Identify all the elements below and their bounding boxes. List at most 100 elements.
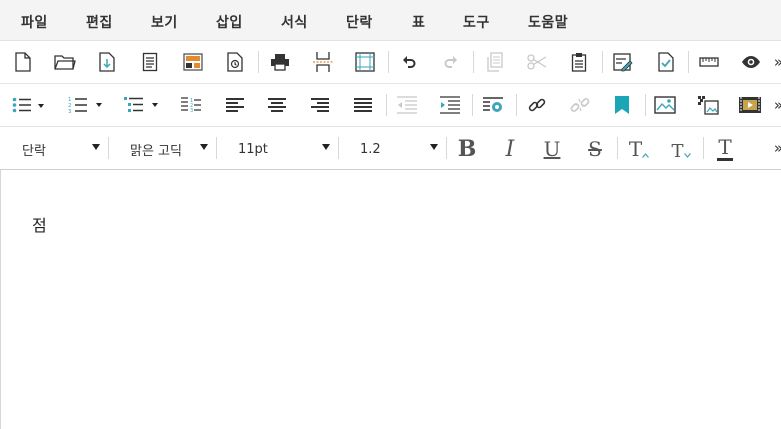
- check-document-button[interactable]: [651, 49, 681, 75]
- ruler-button[interactable]: [694, 49, 724, 75]
- bullet-list-button[interactable]: [8, 92, 50, 118]
- caret-up-icon: [642, 152, 650, 158]
- strikethrough-button[interactable]: S: [584, 135, 606, 163]
- ruler-icon: [699, 57, 719, 67]
- undo-button[interactable]: [394, 49, 424, 75]
- eye-icon: [742, 56, 760, 68]
- new-document-button[interactable]: [8, 49, 38, 75]
- toolbar-separator: [258, 51, 259, 73]
- subscript-label: T: [671, 140, 684, 162]
- multilevel-list-icon: [124, 97, 158, 112]
- toolbar-separator: [338, 137, 339, 159]
- line-height-value: 1.2: [360, 141, 381, 157]
- decrease-indent-icon: [397, 96, 417, 114]
- toolbar-separator: [473, 51, 474, 73]
- paragraph-style-select[interactable]: 단락: [22, 137, 100, 161]
- line-numbering-button[interactable]: 123: [176, 92, 206, 118]
- toolbar-separator: [703, 137, 704, 159]
- print-button[interactable]: [265, 49, 295, 75]
- page-break-icon: [313, 52, 333, 72]
- toolbar-separator: [108, 137, 109, 159]
- insert-image-button[interactable]: [650, 92, 680, 118]
- page-border-icon: [355, 52, 375, 72]
- cut-button[interactable]: [522, 49, 552, 75]
- toolbar-separator: [602, 51, 603, 73]
- toolbar-more-button[interactable]: »: [774, 53, 781, 71]
- bookmark-icon: [615, 96, 629, 114]
- decrease-indent-button[interactable]: [392, 92, 422, 118]
- toolbar-separator: [386, 94, 387, 116]
- menu-insert[interactable]: 삽입: [216, 12, 243, 32]
- menu-format[interactable]: 서식: [281, 12, 308, 32]
- subscript-button[interactable]: T: [668, 135, 694, 163]
- copy-button[interactable]: [480, 49, 510, 75]
- text-color-button[interactable]: T: [712, 135, 738, 163]
- align-center-button[interactable]: [262, 92, 292, 118]
- document-editor[interactable]: 점: [1, 170, 781, 429]
- font-size-select[interactable]: 11pt: [238, 137, 330, 161]
- paste-button[interactable]: [564, 49, 594, 75]
- chevron-down-icon: [430, 144, 438, 150]
- text-color-swatch: [717, 158, 733, 161]
- clipboard-icon: [571, 53, 587, 72]
- mosaic-image-icon: [698, 96, 719, 115]
- mosaic-image-button[interactable]: [693, 92, 723, 118]
- new-document-icon: [15, 52, 31, 72]
- align-left-button[interactable]: [220, 92, 250, 118]
- font-family-value: 맑은 고딕: [130, 143, 182, 159]
- redo-icon: [444, 56, 457, 68]
- bold-button[interactable]: B: [456, 135, 478, 163]
- menu-tools[interactable]: 도구: [463, 12, 490, 32]
- page-border-button[interactable]: [350, 49, 380, 75]
- undo-icon: [403, 56, 416, 68]
- history-document-icon: [227, 52, 243, 72]
- menu-file[interactable]: 파일: [21, 12, 48, 32]
- edit-image-button[interactable]: [608, 49, 638, 75]
- menu-edit[interactable]: 편집: [86, 12, 113, 32]
- font-size-value: 11pt: [238, 141, 268, 157]
- align-center-icon: [268, 98, 286, 112]
- bookmark-button[interactable]: [607, 92, 637, 118]
- multilevel-list-button[interactable]: [120, 92, 164, 118]
- check-document-icon: [658, 52, 674, 72]
- italic-button[interactable]: I: [499, 135, 521, 163]
- align-justify-icon: [354, 98, 372, 112]
- open-button[interactable]: [50, 49, 80, 75]
- document-button[interactable]: [135, 49, 165, 75]
- page-break-button[interactable]: [308, 49, 338, 75]
- menu-view[interactable]: 보기: [151, 12, 178, 32]
- history-button[interactable]: [220, 49, 250, 75]
- menu-help[interactable]: 도움말: [528, 12, 568, 32]
- align-justify-button[interactable]: [348, 92, 378, 118]
- toolbar-format: 단락 맑은 고딕 11pt 1.2 B I U S T T T »: [0, 127, 781, 170]
- chevron-down-icon: [322, 144, 330, 150]
- link-icon: [528, 98, 546, 112]
- redo-button[interactable]: [436, 49, 466, 75]
- svg-text:3: 3: [68, 109, 72, 114]
- save-button[interactable]: [92, 49, 122, 75]
- line-height-select[interactable]: 1.2: [360, 137, 438, 161]
- align-left-icon: [226, 98, 244, 112]
- superscript-button[interactable]: T: [626, 135, 652, 163]
- numbered-list-button[interactable]: 123: [64, 92, 108, 118]
- font-family-select[interactable]: 맑은 고딕: [130, 137, 208, 161]
- print-icon: [271, 54, 289, 71]
- align-right-button[interactable]: [305, 92, 335, 118]
- insert-video-button[interactable]: [735, 92, 765, 118]
- menu-table[interactable]: 표: [412, 12, 425, 32]
- template-icon: [183, 53, 203, 71]
- increase-indent-icon: [440, 96, 460, 114]
- preview-button[interactable]: [736, 49, 766, 75]
- paragraph-settings-button[interactable]: [478, 92, 508, 118]
- template-button[interactable]: [178, 49, 208, 75]
- underline-button[interactable]: U: [541, 135, 563, 163]
- remove-link-button[interactable]: [565, 92, 595, 118]
- insert-link-button[interactable]: [522, 92, 552, 118]
- paragraph-style-value: 단락: [22, 143, 46, 159]
- unlink-icon: [570, 98, 590, 112]
- document-text[interactable]: 점: [32, 212, 47, 236]
- toolbar-more-button[interactable]: »: [774, 139, 781, 157]
- toolbar-more-button[interactable]: »: [774, 96, 781, 114]
- increase-indent-button[interactable]: [435, 92, 465, 118]
- menu-paragraph[interactable]: 단락: [346, 12, 373, 32]
